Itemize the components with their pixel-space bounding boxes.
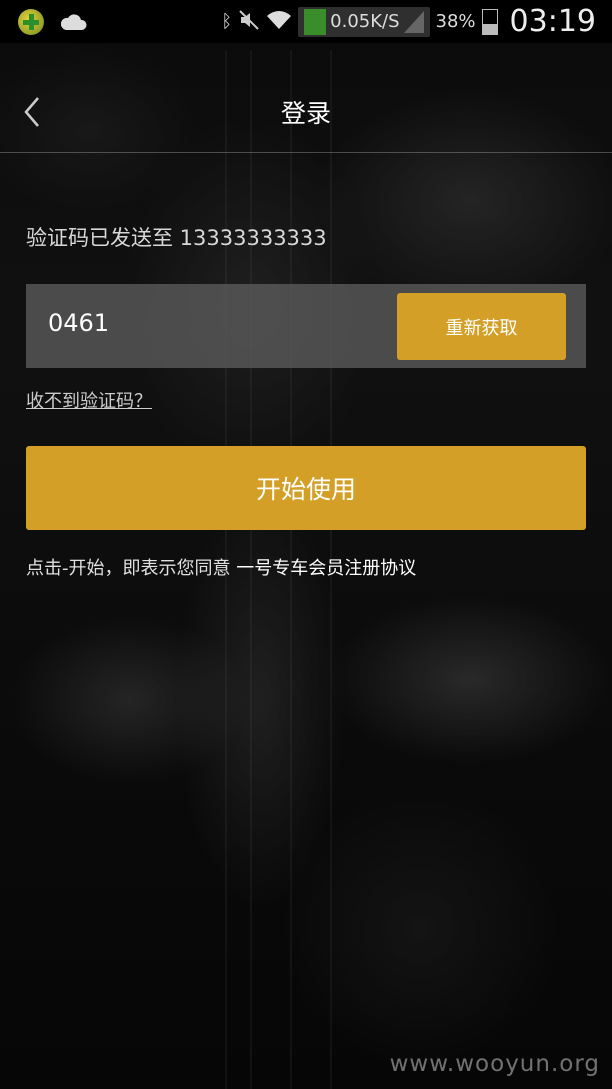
agreement-link[interactable]: 一号专车会员注册协议 (236, 558, 416, 579)
app-notification-icon (18, 8, 44, 35)
cloud-icon (58, 12, 88, 32)
battery-percent: 38% (435, 11, 476, 32)
start-button[interactable]: 开始使用 (26, 446, 586, 530)
agreement-line: 点击-开始，即表示您同意 一号专车会员注册协议 (26, 554, 416, 580)
verification-code-input[interactable] (46, 308, 350, 338)
no-code-link[interactable]: 收不到验证码？ (26, 387, 152, 413)
background-overlay (0, 0, 612, 1089)
code-input-row: 重新获取 (26, 284, 586, 368)
status-bar: ᛒ 0.05K/S 38% 03:19 (0, 0, 612, 43)
wifi-icon (266, 9, 292, 35)
mute-icon (238, 9, 260, 35)
bluetooth-icon: ᛒ (221, 11, 233, 32)
agreement-prefix: 点击-开始，即表示您同意 (26, 558, 237, 579)
code-sent-message: 验证码已发送至 13333333333 (26, 226, 327, 250)
clock: 03:19 (509, 4, 596, 39)
network-speed-text: 0.05K/S (330, 11, 400, 32)
page-title: 登录 (280, 99, 331, 128)
resend-code-button[interactable]: 重新获取 (397, 293, 566, 360)
signal-icon (403, 10, 424, 33)
watermark: www.wooyun.org (389, 1051, 600, 1077)
network-speed: 0.05K/S (298, 6, 430, 37)
battery-icon (481, 8, 498, 35)
nav-bar: 登录 (0, 68, 612, 153)
